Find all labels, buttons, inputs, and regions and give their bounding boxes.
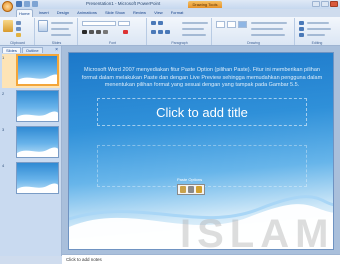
group-font: Font [79, 18, 147, 45]
notes-placeholder: Click to add notes [66, 257, 102, 262]
group-editing: Editing [296, 18, 338, 45]
group-label-slides: Slides [51, 41, 62, 45]
slide-thumbnail[interactable]: 4 [2, 162, 60, 196]
tab-animations[interactable]: Animations [75, 9, 99, 17]
context-tab-drawing-tools[interactable]: Drawing Tools [188, 1, 222, 8]
find-icon[interactable] [299, 21, 304, 25]
tab-outline[interactable]: Outline [21, 47, 43, 53]
slide-title: Click to add title [156, 105, 248, 120]
tab-insert[interactable]: Insert [37, 9, 51, 17]
slide-thumbnail-image [16, 90, 59, 122]
tab-format[interactable]: Format [169, 9, 186, 17]
ribbon: Clipboard Slides Font Paragraph Drawing … [0, 17, 340, 46]
tab-review[interactable]: Review [131, 9, 148, 17]
close-panel-icon[interactable]: × [55, 47, 58, 53]
strikethrough-icon[interactable] [103, 30, 108, 34]
slide-thumbnail[interactable]: 2 [2, 90, 60, 124]
font-name-combo[interactable] [82, 21, 116, 26]
arrange-button[interactable] [227, 21, 236, 28]
maximize-button[interactable] [321, 1, 329, 7]
slide-number: 3 [2, 127, 5, 132]
shapes-gallery[interactable] [216, 21, 225, 28]
tab-design[interactable]: Design [55, 9, 71, 17]
cut-icon[interactable] [16, 21, 21, 25]
powerpoint-window: Presentation1 - Microsoft PowerPoint Dra… [0, 0, 340, 264]
group-clipboard: Clipboard [1, 18, 35, 45]
slide-thumbnail[interactable]: 1 [2, 54, 60, 88]
slides-panel: Slides Outline × 1 2 3 4 [0, 46, 62, 256]
notes-pane[interactable]: Click to add notes [62, 254, 340, 264]
copy-icon[interactable] [16, 27, 21, 31]
tab-view[interactable]: View [152, 9, 165, 17]
window-title: Presentation1 - Microsoft PowerPoint [86, 1, 161, 6]
quick-styles-button[interactable] [238, 21, 247, 28]
slide-number: 2 [2, 91, 5, 96]
close-button[interactable] [330, 1, 338, 7]
align-right-icon[interactable] [165, 30, 170, 34]
select-icon[interactable] [299, 33, 304, 37]
keep-text-only-icon[interactable] [196, 186, 202, 193]
group-slides: Slides [36, 18, 78, 45]
title-placeholder[interactable]: Click to add title [97, 98, 307, 126]
numbering-icon[interactable] [158, 21, 163, 25]
group-paragraph: Paragraph [148, 18, 212, 45]
slide-editor: Click to add title Microsoft Word 2007 m… [62, 46, 340, 254]
italic-icon[interactable] [89, 30, 94, 34]
align-left-icon[interactable] [151, 30, 156, 34]
font-size-combo[interactable] [118, 21, 130, 26]
group-label-font: Font [108, 41, 116, 45]
paste-icon[interactable] [3, 20, 13, 32]
bold-icon[interactable] [82, 30, 87, 34]
tab-slides[interactable]: Slides [2, 47, 21, 53]
quick-access-toolbar [16, 1, 38, 7]
panel-tabs: Slides Outline [2, 47, 43, 53]
underline-icon[interactable] [96, 30, 101, 34]
bullets-icon[interactable] [151, 21, 156, 25]
paste-options-label: Paste Options [177, 177, 203, 182]
group-drawing: Drawing [213, 18, 295, 45]
replace-icon[interactable] [299, 27, 304, 31]
align-center-icon[interactable] [158, 30, 163, 34]
undo-icon[interactable] [24, 1, 30, 7]
ribbon-tabs: Home Insert Design Animations Slide Show… [16, 9, 185, 17]
slide-thumbnail-image [16, 126, 59, 158]
group-label-clipboard: Clipboard [10, 41, 25, 45]
slide-thumbnail[interactable]: 3 [2, 126, 60, 160]
slide-number: 1 [2, 55, 5, 60]
current-slide[interactable]: Click to add title Microsoft Word 2007 m… [68, 52, 334, 250]
group-label-editing: Editing [311, 41, 323, 45]
use-destination-theme-icon[interactable] [188, 186, 194, 193]
save-icon[interactable] [16, 1, 22, 7]
slide-number: 4 [2, 163, 5, 168]
new-slide-icon[interactable] [38, 20, 48, 32]
slide-thumbnail-image [16, 54, 59, 86]
format-painter-icon[interactable] [16, 33, 21, 37]
slide-thumbnail-image [16, 162, 59, 194]
font-color-icon[interactable] [123, 30, 128, 34]
slide-body-text: Microsoft Word 2007 menyediakan fitur Pa… [81, 67, 323, 88]
keep-source-formatting-icon[interactable] [180, 186, 186, 193]
tab-slide-show[interactable]: Slide Show [103, 9, 127, 17]
office-button[interactable] [2, 1, 13, 12]
minimize-button[interactable] [312, 1, 320, 7]
redo-icon[interactable] [32, 1, 38, 7]
group-label-drawing: Drawing [247, 41, 260, 45]
group-label-paragraph: Paragraph [171, 41, 188, 45]
window-controls [312, 1, 338, 7]
paste-options-toolbar[interactable] [177, 184, 205, 195]
title-bar: Presentation1 - Microsoft PowerPoint Dra… [0, 0, 340, 12]
tab-home[interactable]: Home [16, 9, 33, 17]
